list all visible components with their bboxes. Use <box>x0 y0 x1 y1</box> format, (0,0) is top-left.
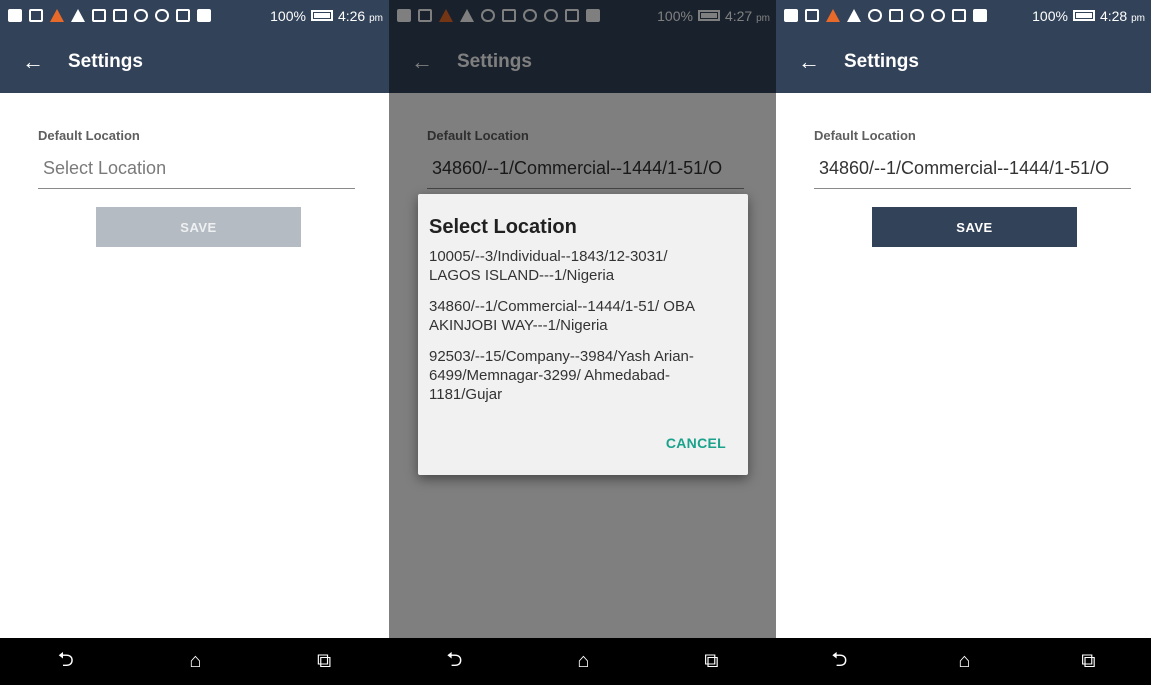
data-icon <box>176 9 190 22</box>
back-arrow-icon[interactable]: ← <box>22 51 48 73</box>
app-notification-icon <box>50 9 64 22</box>
data-icon <box>952 9 966 22</box>
battery-icon <box>310 10 333 21</box>
nav-back-icon[interactable]: ⮌ <box>831 645 847 679</box>
location-option[interactable]: 34860/--1/Commercial--1444/1-51/ OBA AKI… <box>429 297 726 335</box>
dialog-title: Select Location <box>429 216 577 238</box>
page-title: Settings <box>844 51 919 72</box>
wifi-icon <box>155 9 169 22</box>
vibrate-icon <box>134 9 148 22</box>
settings-screen-dialog: 100% 4:27 pm ← Settings Default Location… <box>389 0 776 685</box>
warning-icon <box>71 9 85 22</box>
app-notification-icon <box>826 9 840 22</box>
warning-icon <box>847 9 861 22</box>
notification-icons <box>784 9 1026 22</box>
location-select-field[interactable]: Select Location <box>38 149 355 189</box>
signal-icon <box>197 9 211 22</box>
app-bar: ← Settings <box>776 31 1151 93</box>
back-notification-icon <box>784 9 798 22</box>
location-option[interactable]: 92503/--15/Company--3984/Yash Arian-6499… <box>429 347 726 404</box>
system-nav-bar: ⮌ ⌂ ⧉ <box>776 638 1151 685</box>
status-bar: 100% 4:28 pm <box>776 0 1151 31</box>
back-arrow-icon[interactable]: ← <box>798 51 824 73</box>
nav-recents-icon[interactable]: ⧉ <box>1081 650 1095 673</box>
default-location-label: Default Location <box>814 128 916 143</box>
location-select-field[interactable]: 34860/--1/Commercial--1444/1-51/O <box>814 149 1131 189</box>
nav-recents-icon[interactable]: ⧉ <box>317 650 331 673</box>
mail-icon <box>805 9 819 22</box>
screenshot-strip: 100% 4:26 pm ← Settings Default Location… <box>0 0 1151 685</box>
code-icon <box>92 9 106 22</box>
signal-icon <box>973 9 987 22</box>
nav-home-icon[interactable]: ⌂ <box>577 650 589 673</box>
nav-home-icon[interactable]: ⌂ <box>189 650 201 673</box>
clock: 4:28 pm <box>1099 7 1145 24</box>
cancel-button[interactable]: CANCEL <box>666 435 726 451</box>
default-location-label: Default Location <box>38 128 140 143</box>
nfc-icon <box>113 9 127 22</box>
battery-icon <box>1072 10 1095 21</box>
battery-percent: 100% <box>1032 7 1068 24</box>
nav-home-icon[interactable]: ⌂ <box>958 650 970 673</box>
app-bar: ← Settings <box>0 31 389 93</box>
wifi-icon <box>931 9 945 22</box>
save-button[interactable]: SAVE <box>872 207 1077 247</box>
vibrate-icon <box>910 9 924 22</box>
clock: 4:26 pm <box>337 7 383 24</box>
back-notification-icon <box>8 9 22 22</box>
system-nav-bar: ⮌ ⌂ ⧉ <box>389 638 776 685</box>
location-option[interactable]: 10005/--3/Individual--1843/12-3031/ LAGO… <box>429 247 726 285</box>
nav-back-icon[interactable]: ⮌ <box>446 645 462 679</box>
system-nav-bar: ⮌ ⌂ ⧉ <box>0 638 389 685</box>
page-title: Settings <box>68 51 143 72</box>
battery-percent: 100% <box>270 7 306 24</box>
notification-icons <box>8 9 264 22</box>
settings-form: Default Location 34860/--1/Commercial--1… <box>776 93 1151 638</box>
settings-screen-empty: 100% 4:26 pm ← Settings Default Location… <box>0 0 389 685</box>
save-button[interactable]: SAVE <box>96 207 301 247</box>
settings-screen-selected: 100% 4:28 pm ← Settings Default Location… <box>776 0 1151 685</box>
mail-icon <box>29 9 43 22</box>
nav-recents-icon[interactable]: ⧉ <box>704 650 718 673</box>
phone-icon <box>868 9 882 22</box>
status-bar: 100% 4:26 pm <box>0 0 389 31</box>
select-location-dialog: Select Location 10005/--3/Individual--18… <box>418 194 748 475</box>
nav-back-icon[interactable]: ⮌ <box>58 645 74 679</box>
nfc-icon <box>889 9 903 22</box>
settings-form: Default Location Select Location SAVE <box>0 93 389 638</box>
